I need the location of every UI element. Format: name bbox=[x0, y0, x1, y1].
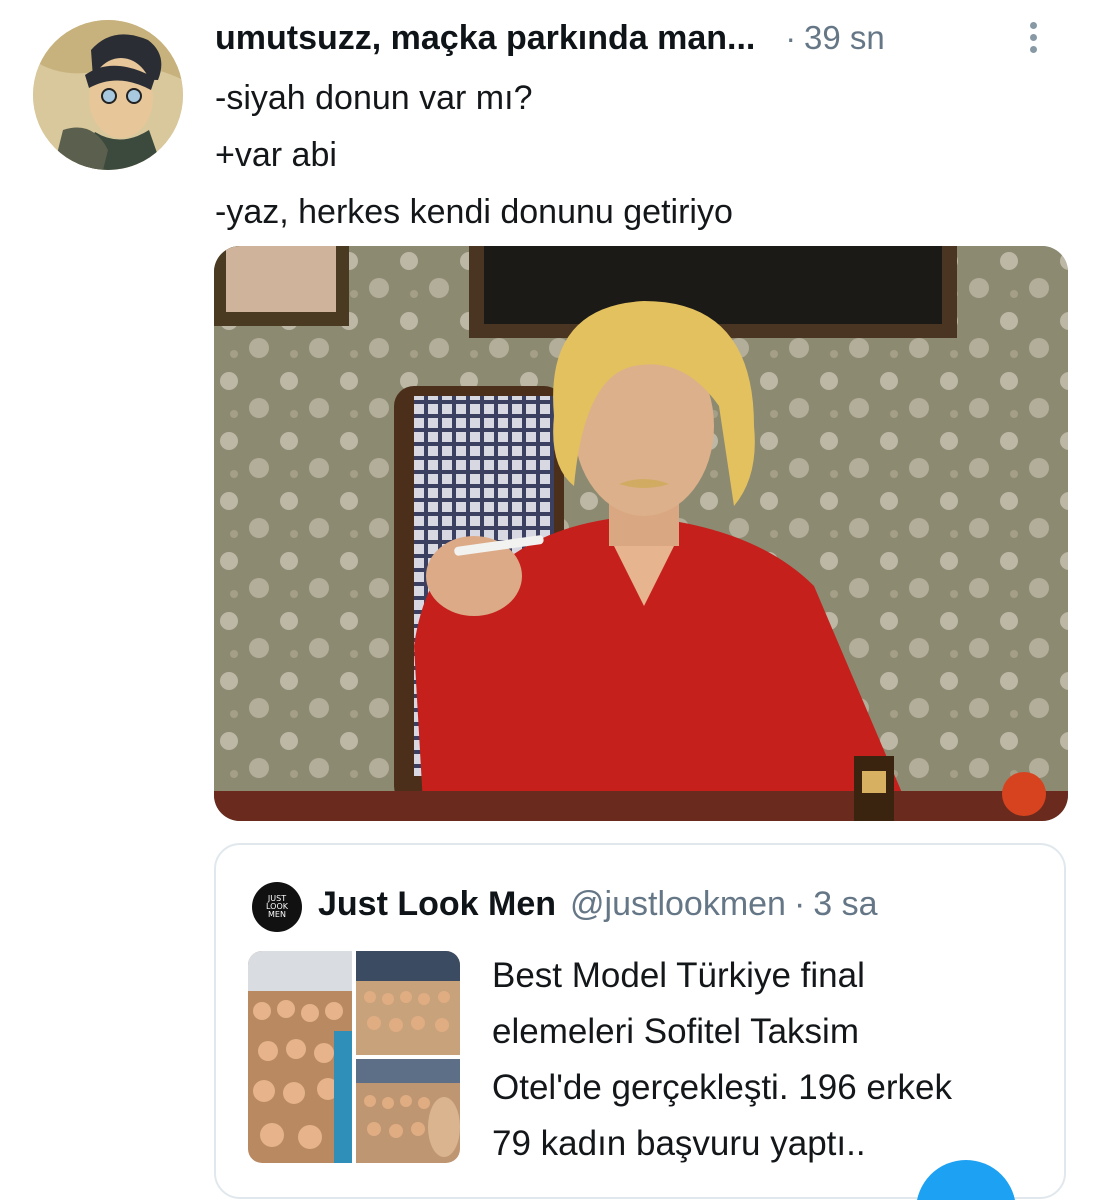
tweet-text-line: -siyah donun var mı? bbox=[215, 79, 533, 117]
display-name[interactable]: umutsuzz, maçka parkında man... bbox=[215, 19, 755, 58]
tweet[interactable]: umutsuzz, maçka parkında man... · 39 sn … bbox=[0, 0, 1102, 1200]
quoted-timestamp[interactable]: 3 sa bbox=[813, 885, 877, 924]
quoted-media[interactable] bbox=[248, 951, 460, 1163]
more-vertical-icon[interactable] bbox=[1027, 22, 1039, 56]
quoted-header: Just Look Men @justlookmen · 3 sa bbox=[318, 881, 878, 927]
quoted-avatar[interactable]: JUST LOOK MEN bbox=[252, 882, 302, 932]
tweet-timestamp[interactable]: 39 sn bbox=[804, 19, 885, 57]
quoted-media-illustration bbox=[248, 951, 460, 1163]
tweet-text: -siyah donun var mı? +var abi -yaz, herk… bbox=[215, 70, 1075, 241]
quoted-avatar-text: MEN bbox=[268, 910, 286, 919]
quoted-text-line: elemeleri Sofitel Taksim bbox=[492, 1012, 859, 1051]
tweet-text-line: +var abi bbox=[215, 136, 337, 174]
quoted-display-name[interactable]: Just Look Men bbox=[318, 885, 556, 924]
quoted-text-line: Best Model Türkiye final bbox=[492, 956, 865, 995]
quoted-text-line: Otel'de gerçekleşti. 196 erkek bbox=[492, 1068, 952, 1107]
tweet-header: umutsuzz, maçka parkında man... · 39 sn bbox=[215, 18, 1075, 58]
photo-illustration bbox=[214, 246, 1068, 821]
quoted-text: Best Model Türkiye final elemeleri Sofit… bbox=[492, 948, 1052, 1172]
avatar-illustration bbox=[33, 20, 183, 170]
quoted-tweet[interactable]: JUST LOOK MEN Just Look Men @justlookmen… bbox=[214, 843, 1066, 1199]
tweet-photo[interactable] bbox=[214, 246, 1068, 821]
header-separator: · bbox=[785, 19, 797, 56]
user-avatar[interactable] bbox=[33, 20, 183, 170]
quoted-separator: · bbox=[793, 884, 806, 923]
tweet-text-line: -yaz, herkes kendi donunu getiriyo bbox=[215, 193, 733, 231]
quoted-handle[interactable]: @justlookmen bbox=[570, 885, 786, 924]
